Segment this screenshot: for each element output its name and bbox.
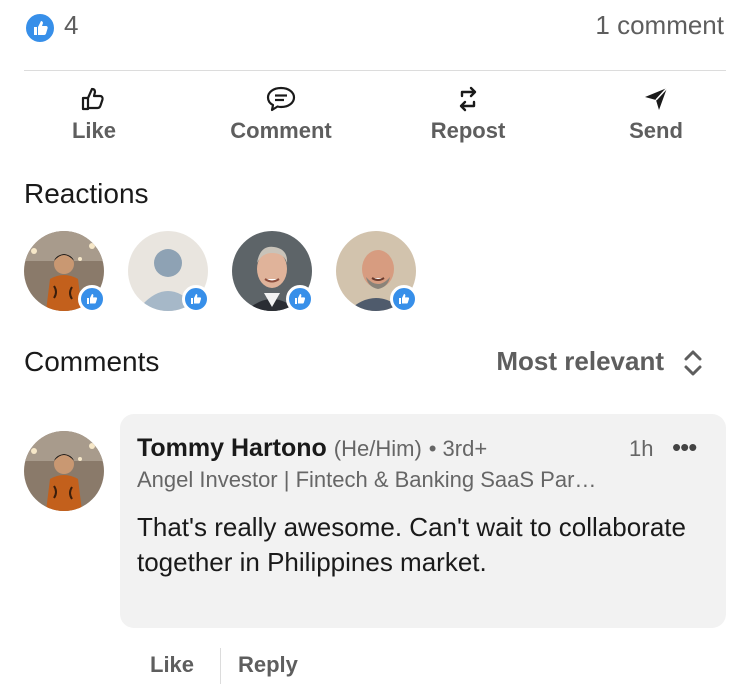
like-label: Like [71, 118, 117, 143]
comment-author[interactable]: Tommy Hartono [137, 434, 327, 462]
comments-title: Comments [24, 346, 160, 377]
repost-button[interactable]: Repost [398, 84, 538, 144]
like-badge-icon [182, 285, 210, 313]
repost-icon [459, 86, 477, 112]
comment-reply-button[interactable]: Reply [238, 652, 298, 678]
repost-label: Repost [430, 118, 506, 143]
comment-button[interactable]: Comment [211, 84, 351, 144]
sort-dropdown[interactable]: Most relevant [496, 346, 664, 377]
comment-label: Comment [230, 118, 332, 143]
comment-count[interactable]: 1 comment [595, 10, 724, 41]
avatar [24, 431, 104, 511]
like-badge-icon [286, 285, 314, 313]
comment-like-button[interactable]: Like [150, 652, 194, 678]
comment-time: 1h [629, 436, 654, 461]
sort-chevron-icon[interactable] [682, 348, 704, 383]
more-options-icon[interactable]: ••• [672, 432, 697, 463]
divider [24, 70, 726, 71]
comment-icon [266, 86, 296, 112]
send-icon [645, 87, 668, 110]
commenter-avatar[interactable] [24, 431, 104, 511]
like-badge-icon [78, 285, 106, 313]
connection-degree: • 3rd+ [428, 436, 488, 461]
reactor-avatar[interactable] [24, 231, 106, 313]
comment-author-headline: Angel Investor | Fintech & Banking SaaS … [137, 467, 597, 492]
like-button[interactable]: Like [24, 84, 164, 144]
like-count[interactable]: 4 [64, 10, 78, 41]
send-button[interactable]: Send [586, 84, 726, 144]
thumbs-up-icon [81, 87, 104, 111]
like-badge-icon [390, 285, 418, 313]
reactions-title: Reactions [24, 178, 149, 209]
divider [220, 648, 221, 684]
reactor-avatar[interactable] [128, 231, 210, 313]
comment-pronouns: (He/Him) [333, 436, 422, 461]
reactor-avatar[interactable] [232, 231, 314, 313]
reactor-avatar[interactable] [336, 231, 418, 313]
send-label: Send [629, 118, 683, 143]
comment-author-line[interactable]: Tommy Hartono (He/Him) • 3rd+ [137, 434, 487, 463]
like-reaction-icon[interactable] [24, 12, 56, 44]
comment-text: That's really awesome. Can't wait to col… [137, 512, 686, 577]
